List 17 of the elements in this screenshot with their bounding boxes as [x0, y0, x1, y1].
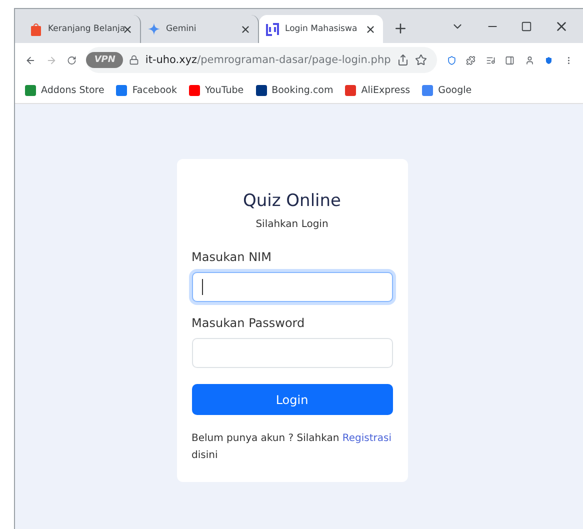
bookmark[interactable]: Google [422, 84, 472, 96]
register-prompt: Belum punya akun ? Silahkan Registrasi disini [192, 432, 392, 462]
vpn-badge[interactable]: VPN [86, 52, 124, 68]
field-label: Masukan Password [192, 316, 306, 330]
bookmark[interactable]: YouTube [188, 84, 244, 96]
bookmark[interactable]: Booking.com [256, 84, 334, 96]
login-title: Quiz Online [242, 191, 342, 211]
address-bar[interactable]: VPN it-uho.xyz/pemrograman-dasar/page-login.php [86, 47, 437, 73]
login-subtitle: Silahkan Login [254, 219, 330, 230]
bookmark[interactable]: Addons Store [25, 84, 104, 96]
bookmark[interactable]: AliExpress [345, 84, 410, 96]
bookmark[interactable]: Facebook [116, 84, 177, 96]
field-label: Masukan NIM [192, 250, 272, 264]
register-link[interactable]: Registrasi [342, 433, 392, 444]
login-button[interactable]: Login [192, 384, 392, 415]
url-text: it-uho.xyz/pemrograman-dasar/page-login.php [145, 54, 391, 66]
browser-tab[interactable]: Login Mahasiswa [259, 15, 383, 43]
